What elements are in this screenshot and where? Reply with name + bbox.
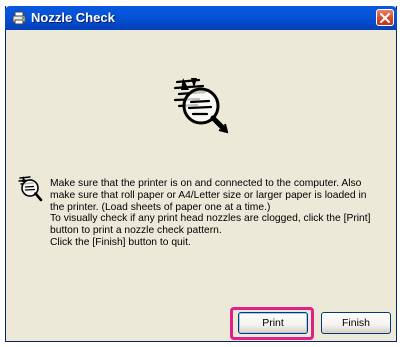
nozzle-check-magnifier-icon	[173, 78, 229, 134]
message-line: Make sure that the printer is on and con…	[50, 178, 362, 189]
close-button[interactable]	[376, 9, 394, 26]
printer-wizard-icon	[12, 11, 26, 25]
nozzle-check-dialog: Nozzle Check Make sure that the printer …	[5, 6, 397, 342]
message-line: To visually check if any print head nozz…	[50, 213, 371, 225]
print-button[interactable]: Print	[238, 312, 308, 334]
instruction-message: Make sure that the printer is on and con…	[50, 178, 394, 249]
message-line: Click the [Finish] button to quit.	[50, 236, 191, 248]
message-line: button to print a nozzle check pattern.	[50, 225, 222, 237]
message-line: the printer. (Load sheets of paper one a…	[50, 201, 271, 213]
window-title: Nozzle Check	[31, 10, 115, 25]
nozzle-check-magnifier-icon	[18, 176, 43, 202]
message-line: make sure that roll paper or A4/Letter s…	[50, 189, 367, 201]
close-icon	[380, 12, 390, 23]
title-bar[interactable]: Nozzle Check	[5, 6, 397, 30]
finish-button[interactable]: Finish	[321, 312, 391, 334]
